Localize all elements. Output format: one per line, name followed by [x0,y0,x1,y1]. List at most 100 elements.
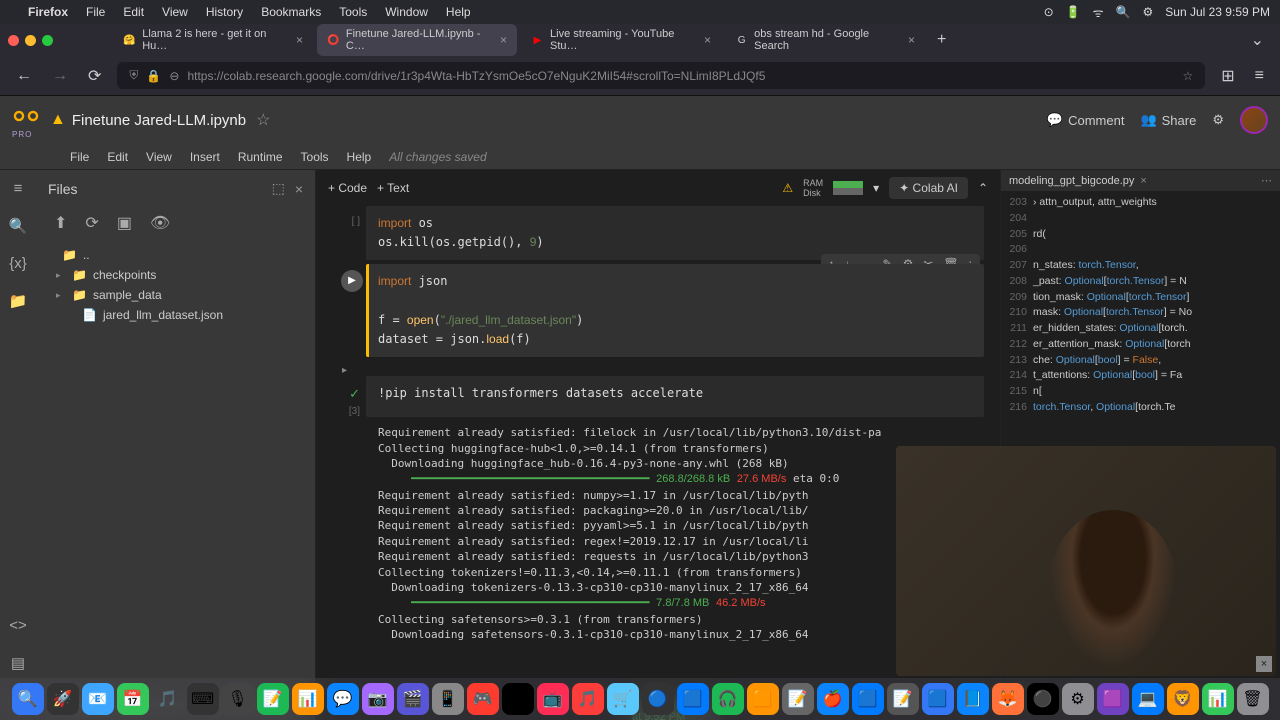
extensions-icon[interactable]: ⊞ [1217,62,1238,90]
dock-app[interactable]: 💻 [1132,683,1164,715]
add-text-button[interactable]: + Text [377,181,409,195]
menu-tools[interactable]: Tools [339,5,367,19]
shield-icon[interactable]: ⛨ [129,68,138,83]
show-hidden-icon[interactable]: 👁 [150,213,170,233]
dock-app[interactable]: ⚙ [1062,683,1094,715]
files-icon[interactable]: 📁 [9,292,28,310]
dock-app[interactable]: 🟦 [677,683,709,715]
menu-view[interactable]: View [162,5,188,19]
colab-logo-icon[interactable] [12,102,40,130]
vars-icon[interactable]: {x} [9,255,27,272]
close-tab-icon[interactable]: × [296,33,303,47]
colab-menu-help[interactable]: Help [347,150,372,164]
dock-app[interactable]: 🟦 [922,683,954,715]
new-window-icon[interactable]: ⬚ [272,180,285,197]
dock-app[interactable]: 🔵 [642,683,674,715]
search-icon[interactable]: 🔍 [1116,5,1131,19]
code-tab[interactable]: modeling_gpt_bigcode.py × ⋯ [1001,170,1280,191]
dock-app[interactable]: 📝 [887,683,919,715]
colab-menu-tools[interactable]: Tools [301,150,329,164]
mount-drive-icon[interactable]: ▣ [117,213,132,233]
dock-app[interactable]: 🎙 [222,683,254,715]
dock-app[interactable]: 📊 [292,683,324,715]
dock-app[interactable]: 🎵 [572,683,604,715]
dock-app[interactable]: 📘 [957,683,989,715]
resource-dropdown-icon[interactable]: ▾ [873,181,879,195]
lock-icon[interactable]: 🔒 [146,69,161,83]
menu-help[interactable]: Help [446,5,471,19]
tab-item-active[interactable]: ⭕Finetune Jared-LLM.ipynb - C…× [317,24,517,56]
code-cell-focused[interactable]: ✓ ↑ ↓ ⇔ ✎ ⚙ ✂ 🗑 : ▶ import jsonf = open(… [336,264,1000,357]
file-row[interactable]: 📄jared_llm_dataset.json [46,305,305,325]
cell-editor[interactable]: !pip install transformers datasets accel… [366,376,984,417]
toc-icon[interactable]: ≡ [14,180,23,197]
control-center-icon[interactable]: ⚙ [1143,5,1154,19]
menu-window[interactable]: Window [385,5,428,19]
collapse-icon[interactable]: ▸ [342,365,347,376]
close-tab-icon[interactable]: × [704,33,711,47]
warning-icon[interactable]: ⚠ [782,181,793,195]
code-snippets-icon[interactable]: <> [9,617,27,634]
comment-button[interactable]: 💬Comment [1047,112,1125,128]
dock-app[interactable]: 🍎 [817,683,849,715]
dock-app[interactable]: ⌨ [187,683,219,715]
dock-app[interactable]: 📺 [537,683,569,715]
terminal-icon[interactable]: ▤ [11,654,25,672]
dock-app[interactable]: 🚀 [47,683,79,715]
menu-icon[interactable]: ≡ [1251,63,1268,89]
back-button[interactable]: ← [12,63,36,89]
close-tab-icon[interactable]: × [1140,175,1146,187]
dock-app[interactable]: ⚫ [1027,683,1059,715]
clock[interactable]: Sun Jul 23 9:59 PM [1165,5,1270,19]
search-icon[interactable]: 🔍 [9,217,28,235]
close-panel-icon[interactable]: × [295,181,303,197]
add-code-button[interactable]: + Code [328,181,367,195]
colab-menu-file[interactable]: File [70,150,89,164]
code-cell[interactable]: ✓[3] !pip install transformers datasets … [336,376,1000,417]
app-name[interactable]: Firefox [28,5,68,19]
dock-app[interactable]: 💬 [327,683,359,715]
maximize-window-button[interactable] [42,35,53,46]
notebook-title[interactable]: Finetune Jared-LLM.ipynb [72,112,246,129]
battery-icon[interactable]: 🔋 [1066,5,1081,19]
menu-file[interactable]: File [86,5,105,19]
star-icon[interactable]: ☆ [256,110,270,130]
user-avatar[interactable] [1240,106,1268,134]
forward-button[interactable]: → [48,63,72,89]
close-tab-icon[interactable]: × [500,33,507,47]
dock-app[interactable]: 🟪 [1097,683,1129,715]
dock-app[interactable]: 🦊 [992,683,1024,715]
close-window-button[interactable] [8,35,19,46]
dock-app[interactable]: 🟧 [747,683,779,715]
cell-editor[interactable]: ▶ import jsonf = open("./jared_llm_datas… [366,264,984,357]
dock-app[interactable]: 🎵 [152,683,184,715]
wifi-status-icon[interactable]: ᯤ [1093,4,1104,21]
dock-app[interactable]: 📅 [117,683,149,715]
file-row[interactable]: 📁.. [46,245,305,265]
tab-item[interactable]: Gobs stream hd - Google Search× [725,24,925,56]
dock-app[interactable]: 🦁 [1167,683,1199,715]
refresh-icon[interactable]: ⟳ [85,213,98,233]
dock-app[interactable]: 📊 [1202,683,1234,715]
dock-app[interactable]: 📝 [257,683,289,715]
tab-item[interactable]: ▶Live streaming - YouTube Stu…× [521,24,721,56]
file-row[interactable]: ▸📁sample_data [46,285,305,305]
reload-button[interactable]: ⟳ [84,62,105,90]
permissions-icon[interactable]: ⊖ [169,69,179,83]
dock-app[interactable]: 🎧 [712,683,744,715]
menu-bookmarks[interactable]: Bookmarks [261,5,321,19]
menu-edit[interactable]: Edit [123,5,144,19]
upload-icon[interactable]: ⬆ [54,213,67,233]
tab-overview-button[interactable]: ⌄ [1243,30,1272,50]
dock-app[interactable]: 📧 [82,683,114,715]
colab-menu-view[interactable]: View [146,150,172,164]
dock-app[interactable]: N [502,683,534,715]
colab-menu-edit[interactable]: Edit [107,150,128,164]
collapse-toolbar-icon[interactable]: ⌃ [978,181,988,195]
dock-app[interactable]: 📱 [432,683,464,715]
more-icon[interactable]: ⋯ [1261,174,1272,187]
dock-app[interactable]: 📝 [782,683,814,715]
dock-app[interactable]: 🎬 [397,683,429,715]
dock-app[interactable]: 🔍 [12,683,44,715]
minimize-window-button[interactable] [25,35,36,46]
